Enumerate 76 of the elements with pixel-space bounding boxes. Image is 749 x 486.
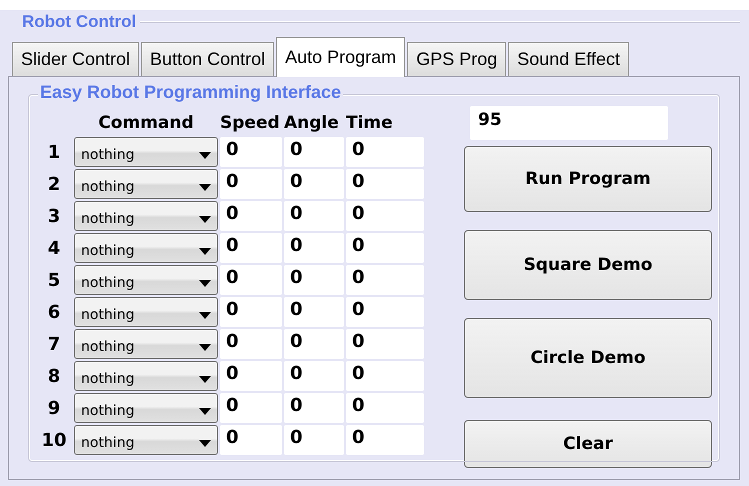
angle-field[interactable]: 0 bbox=[284, 329, 344, 359]
angle-field[interactable]: 0 bbox=[284, 361, 344, 391]
row-number: 3 bbox=[46, 204, 62, 228]
angle-field[interactable]: 0 bbox=[284, 393, 344, 423]
caret-icon bbox=[199, 344, 211, 350]
action-button[interactable]: Circle Demo bbox=[464, 318, 712, 398]
caret-icon bbox=[199, 184, 211, 190]
caret-icon bbox=[199, 408, 211, 414]
command-dropdown[interactable]: nothing bbox=[74, 201, 218, 231]
tab[interactable]: Sound Effect bbox=[508, 42, 629, 76]
row-number: 7 bbox=[46, 332, 62, 356]
angle-field[interactable]: 0 bbox=[284, 265, 344, 295]
caret-icon bbox=[199, 376, 211, 382]
angle-field[interactable]: 0 bbox=[284, 297, 344, 327]
action-button[interactable]: Run Program bbox=[464, 146, 712, 212]
speed-field[interactable]: 0 bbox=[220, 201, 282, 231]
time-field[interactable]: 0 bbox=[346, 361, 424, 391]
command-dropdown[interactable]: nothing bbox=[74, 233, 218, 263]
group-title: Robot Control bbox=[22, 12, 136, 32]
speed-field[interactable]: 0 bbox=[220, 361, 282, 391]
time-field[interactable]: 0 bbox=[346, 425, 424, 455]
caret-icon bbox=[199, 248, 211, 254]
row-number: 9 bbox=[46, 396, 62, 420]
caret-icon bbox=[199, 280, 211, 286]
speed-field[interactable]: 0 bbox=[220, 233, 282, 263]
speed-field[interactable]: 0 bbox=[220, 393, 282, 423]
row-number: 10 bbox=[40, 428, 68, 452]
row-number: 4 bbox=[46, 236, 62, 260]
command-dropdown[interactable]: nothing bbox=[74, 169, 218, 199]
row-number: 2 bbox=[46, 172, 62, 196]
caret-icon bbox=[199, 152, 211, 158]
row-number: 5 bbox=[46, 268, 62, 292]
row-number: 1 bbox=[46, 140, 62, 164]
command-dropdown[interactable]: nothing bbox=[74, 137, 218, 167]
caret-icon bbox=[199, 440, 211, 446]
angle-field[interactable]: 0 bbox=[284, 233, 344, 263]
command-dropdown[interactable]: nothing bbox=[74, 393, 218, 423]
speed-field[interactable]: 0 bbox=[220, 425, 282, 455]
time-field[interactable]: 0 bbox=[346, 233, 424, 263]
command-dropdown[interactable]: nothing bbox=[74, 425, 218, 455]
speed-field[interactable]: 0 bbox=[220, 297, 282, 327]
speed-field[interactable]: 0 bbox=[220, 329, 282, 359]
tab[interactable]: Button Control bbox=[141, 42, 274, 76]
time-field[interactable]: 0 bbox=[346, 201, 424, 231]
angle-field[interactable]: 0 bbox=[284, 169, 344, 199]
time-field[interactable]: 0 bbox=[346, 137, 424, 167]
command-dropdown[interactable]: nothing bbox=[74, 297, 218, 327]
time-field[interactable]: 0 bbox=[346, 393, 424, 423]
column-header: Angle bbox=[284, 113, 340, 135]
caret-icon bbox=[199, 216, 211, 222]
speed-field[interactable]: 0 bbox=[220, 265, 282, 295]
action-button[interactable]: Square Demo bbox=[464, 230, 712, 300]
row-number: 8 bbox=[46, 364, 62, 388]
speed-field[interactable]: 0 bbox=[220, 169, 282, 199]
angle-field[interactable]: 0 bbox=[284, 425, 344, 455]
angle-field[interactable]: 0 bbox=[284, 137, 344, 167]
column-header: Command bbox=[98, 113, 194, 135]
value-field[interactable]: 95 bbox=[470, 106, 668, 140]
caret-icon bbox=[199, 312, 211, 318]
time-field[interactable]: 0 bbox=[346, 169, 424, 199]
action-button[interactable]: Clear bbox=[464, 420, 712, 468]
time-field[interactable]: 0 bbox=[346, 329, 424, 359]
column-header: Time bbox=[346, 113, 394, 135]
column-header: Speed bbox=[220, 113, 281, 135]
time-field[interactable]: 0 bbox=[346, 265, 424, 295]
command-dropdown[interactable]: nothing bbox=[74, 329, 218, 359]
tab[interactable]: Slider Control bbox=[12, 42, 140, 76]
group-title: Easy Robot Programming Interface bbox=[38, 82, 344, 103]
tab[interactable]: GPS Prog bbox=[407, 42, 506, 76]
speed-field[interactable]: 0 bbox=[220, 137, 282, 167]
tab[interactable]: Auto Program bbox=[276, 37, 406, 77]
command-dropdown[interactable]: nothing bbox=[74, 265, 218, 295]
row-number: 6 bbox=[46, 300, 62, 324]
time-field[interactable]: 0 bbox=[346, 297, 424, 327]
angle-field[interactable]: 0 bbox=[284, 201, 344, 231]
command-dropdown[interactable]: nothing bbox=[74, 361, 218, 391]
